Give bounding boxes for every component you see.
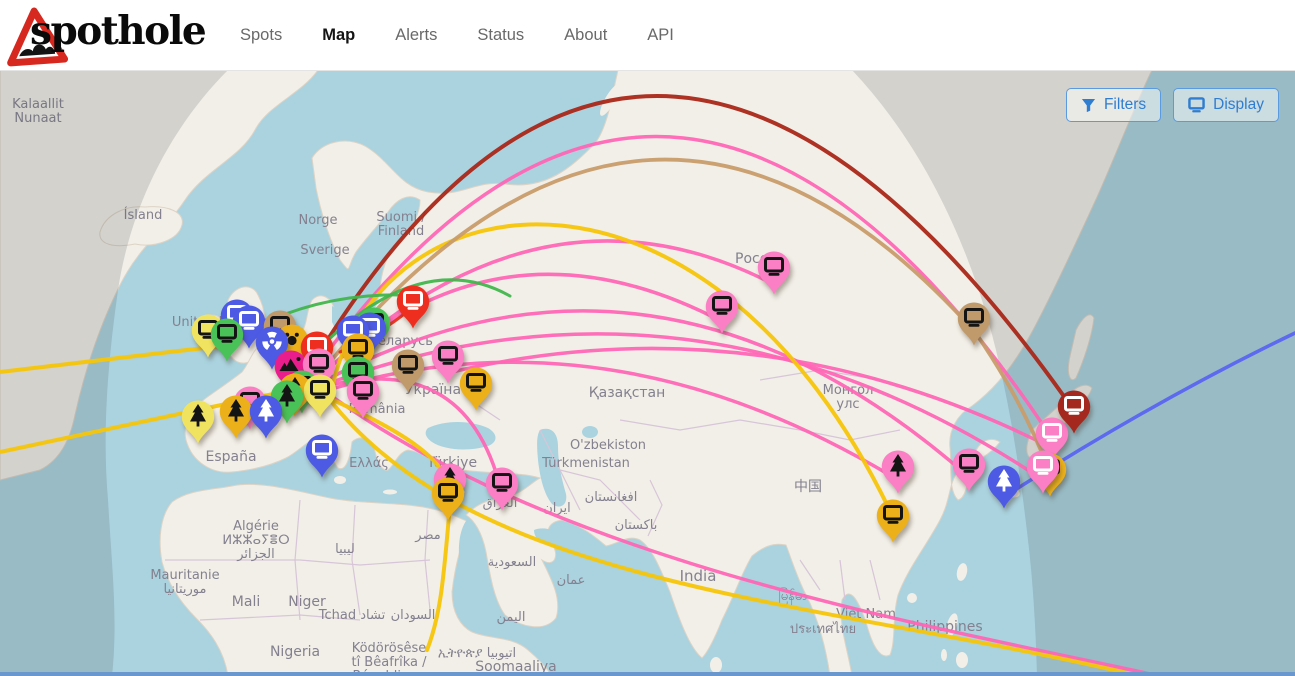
- nav-item-alerts[interactable]: Alerts: [395, 26, 437, 45]
- map-pin-monitor[interactable]: [704, 289, 740, 335]
- main-nav: Spots Map Alerts Status About API: [240, 0, 674, 70]
- map-pin-monitor[interactable]: [302, 373, 338, 419]
- map-pin-monitor[interactable]: [756, 250, 792, 296]
- map-pin-monitor[interactable]: [956, 301, 992, 347]
- filters-button[interactable]: Filters: [1066, 88, 1161, 122]
- map-pin-monitor[interactable]: [345, 374, 381, 420]
- map-pin-tree[interactable]: [248, 394, 284, 440]
- display-button-label: Display: [1213, 96, 1264, 114]
- nav-item-api[interactable]: API: [647, 26, 674, 45]
- map-pin-tree[interactable]: [180, 399, 216, 445]
- map-pin-monitor[interactable]: [304, 433, 340, 479]
- nav-item-spots[interactable]: Spots: [240, 26, 282, 45]
- footer-strip: [0, 672, 1295, 676]
- map-pin-tree[interactable]: [880, 449, 916, 495]
- nav-item-about[interactable]: About: [564, 26, 607, 45]
- map-pin-monitor[interactable]: [430, 476, 466, 522]
- brand-wordmark[interactable]: spothole: [30, 8, 205, 54]
- filter-funnel-icon: [1081, 98, 1096, 113]
- nav-item-status[interactable]: Status: [477, 26, 524, 45]
- map-pin-monitor[interactable]: [209, 317, 245, 363]
- header: spothole Spots Map Alerts Status About API: [0, 0, 1295, 71]
- map-pin-monitor[interactable]: [484, 466, 520, 512]
- map-pin-monitor[interactable]: [1025, 449, 1061, 495]
- display-button[interactable]: Display: [1173, 88, 1279, 122]
- map-controls: Filters Display: [1066, 88, 1279, 122]
- nav-item-map[interactable]: Map: [322, 26, 355, 45]
- map-pin-tree[interactable]: [986, 464, 1022, 510]
- map-pin-monitor[interactable]: [1056, 389, 1092, 435]
- map-pin-monitor[interactable]: [395, 284, 431, 330]
- map-pin-monitor[interactable]: [458, 366, 494, 412]
- map-pin-monitor[interactable]: [951, 447, 987, 493]
- spothole-app: { "header": { "brand": "spothole", "nav"…: [0, 0, 1295, 676]
- filters-button-label: Filters: [1104, 96, 1146, 114]
- map-pin-monitor[interactable]: [875, 498, 911, 544]
- map-pin-monitor[interactable]: [390, 348, 426, 394]
- display-monitor-icon: [1188, 97, 1205, 113]
